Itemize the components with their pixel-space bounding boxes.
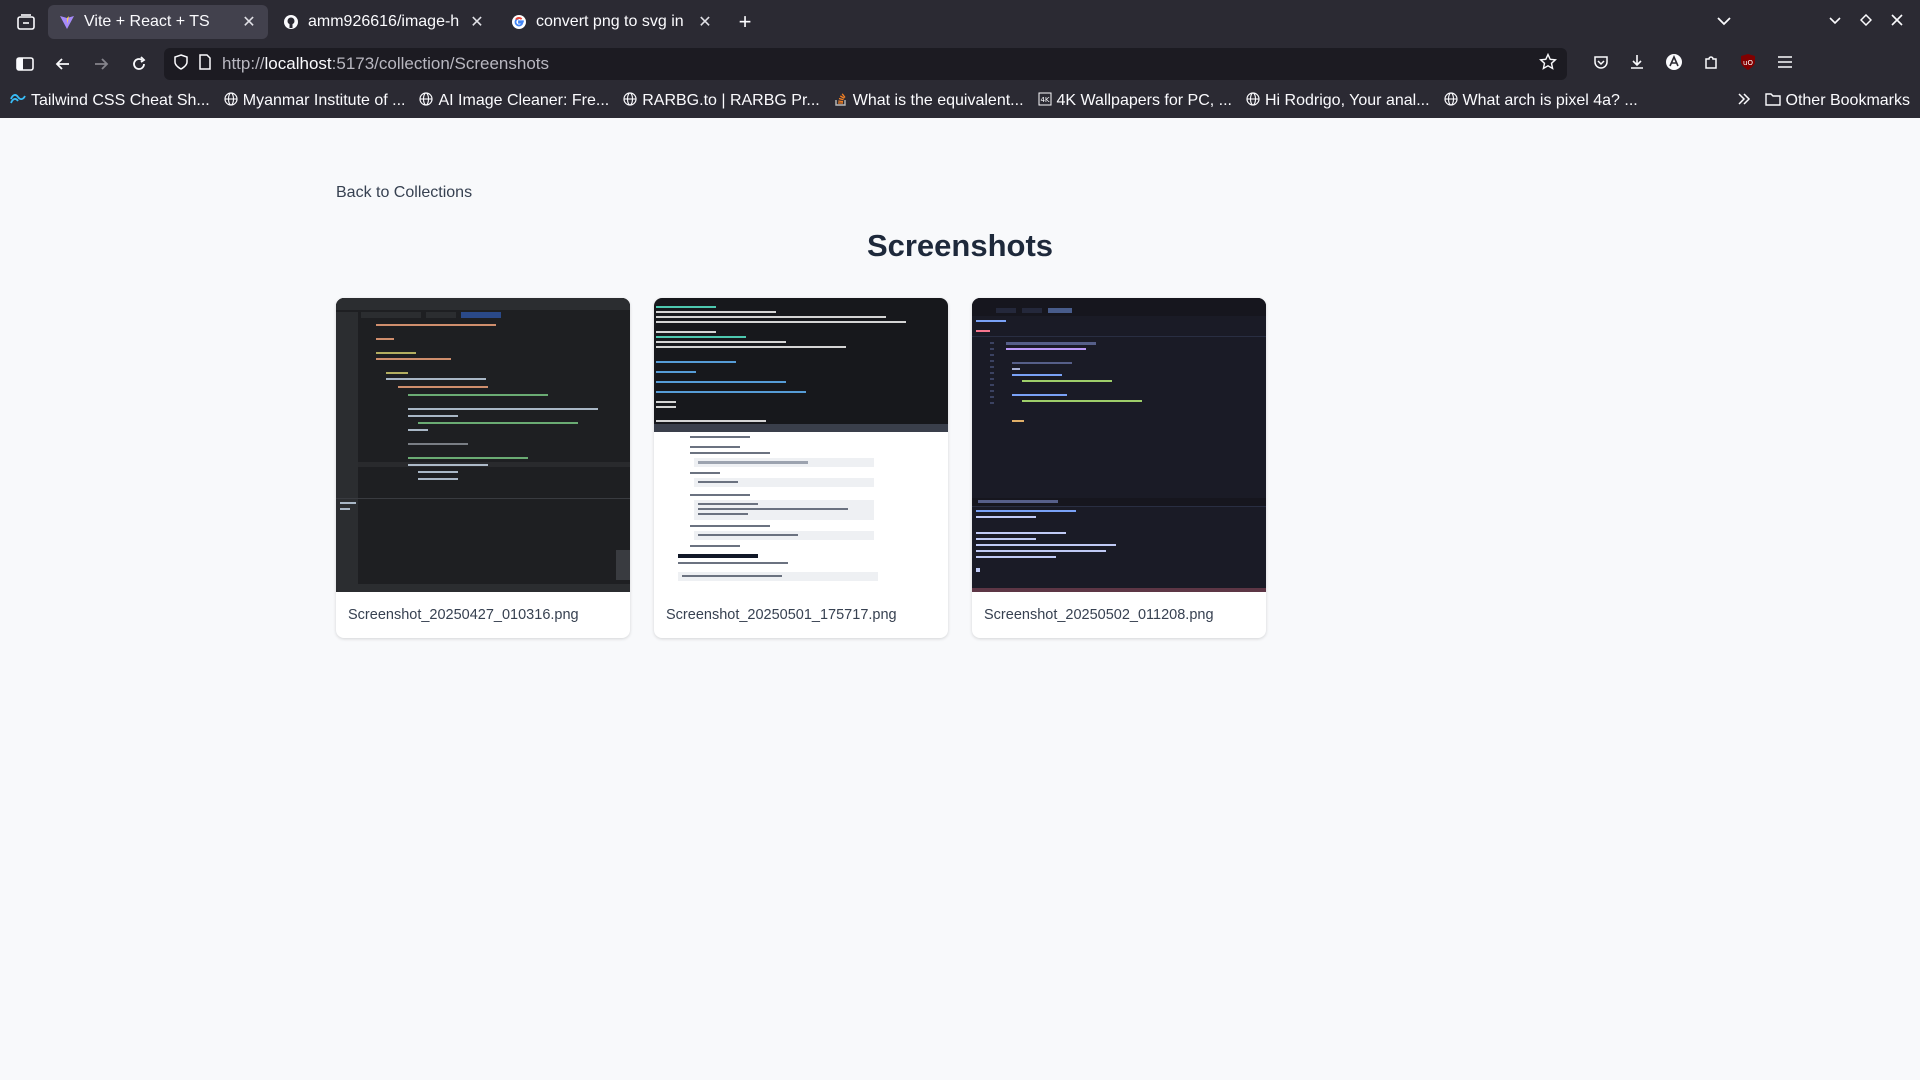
bookmark-item[interactable]: What arch is pixel 4a? ... bbox=[1443, 91, 1638, 111]
bookmark-item[interactable]: What is the equivalent... bbox=[834, 92, 1024, 111]
minimize-chevron-icon[interactable] bbox=[1828, 13, 1842, 31]
other-bookmarks-label: Other Bookmarks bbox=[1785, 92, 1910, 109]
downloads-icon[interactable] bbox=[1629, 54, 1645, 75]
bookmark-item[interactable]: 4K 4K Wallpapers for PC, ... bbox=[1038, 92, 1232, 111]
bookmark-item[interactable]: AI Image Cleaner: Fre... bbox=[419, 91, 610, 111]
bookmark-label: Hi Rodrigo, Your anal... bbox=[1264, 92, 1430, 109]
bookmark-item[interactable]: Tailwind CSS Cheat Sh... bbox=[10, 92, 210, 110]
close-tab-icon[interactable]: ✕ bbox=[468, 12, 486, 32]
tab-title: Vite + React + TS bbox=[84, 13, 210, 30]
tab-overview-icon[interactable] bbox=[8, 6, 44, 38]
bookmark-label: AI Image Cleaner: Fre... bbox=[438, 92, 610, 109]
back-to-collections-link[interactable]: Back to Collections bbox=[336, 184, 472, 202]
navigation-bar: http://localhost:5173/collection/Screens… bbox=[0, 44, 1920, 84]
svg-text:4K: 4K bbox=[1040, 96, 1049, 104]
account-icon[interactable] bbox=[1665, 53, 1683, 76]
chevron-down-icon[interactable] bbox=[1716, 13, 1732, 31]
bookmark-star-icon[interactable] bbox=[1538, 52, 1558, 76]
page-title: Screenshots bbox=[866, 228, 1054, 263]
google-icon bbox=[510, 13, 528, 31]
image-card[interactable]: Screenshot_20250502_011208.png bbox=[972, 298, 1266, 638]
globe-icon bbox=[623, 91, 637, 111]
ublock-origin-icon[interactable]: uO bbox=[1739, 53, 1757, 76]
tab-title: convert png to svg in | bbox=[536, 13, 688, 30]
maximize-diamond-icon[interactable] bbox=[1859, 13, 1873, 31]
tab-title: amm926616/image-hc bbox=[308, 13, 460, 30]
wallpaper-site-icon: 4K bbox=[1038, 92, 1052, 111]
stackoverflow-icon bbox=[834, 92, 848, 111]
globe-icon bbox=[1443, 91, 1458, 111]
bookmark-label: Tailwind CSS Cheat Sh... bbox=[31, 92, 210, 109]
browser-chrome: Vite + React + TS ✕ amm926616/image-hc ✕… bbox=[0, 0, 1920, 118]
forward-arrow-icon[interactable] bbox=[84, 48, 118, 80]
url-text[interactable]: http://localhost:5173/collection/Screens… bbox=[222, 54, 1529, 74]
pocket-icon[interactable] bbox=[1593, 54, 1609, 75]
close-tab-icon[interactable]: ✕ bbox=[696, 12, 714, 32]
bookmark-label: RARBG.to | RARBG Pr... bbox=[642, 92, 820, 109]
url-host: localhost bbox=[264, 54, 332, 73]
image-filename: Screenshot_20250501_175717.png bbox=[666, 607, 897, 623]
vite-icon bbox=[58, 13, 76, 31]
address-bar[interactable]: http://localhost:5173/collection/Screens… bbox=[164, 48, 1567, 80]
bookmark-label: What is the equivalent... bbox=[852, 92, 1024, 109]
svg-text:uO: uO bbox=[1743, 59, 1753, 67]
tailwind-icon bbox=[10, 92, 26, 110]
menu-hamburger-icon[interactable] bbox=[1777, 55, 1793, 74]
bookmarks-overflow: Other Bookmarks bbox=[1737, 92, 1910, 111]
back-arrow-icon[interactable] bbox=[46, 48, 80, 80]
image-card[interactable]: Screenshot_20250501_175717.png bbox=[654, 298, 948, 638]
tab-bar: Vite + React + TS ✕ amm926616/image-hc ✕… bbox=[0, 0, 1920, 44]
page-info-icon[interactable] bbox=[198, 53, 212, 75]
tab-github[interactable]: amm926616/image-hc ✕ bbox=[272, 5, 496, 39]
url-path: :5173/collection/Screenshots bbox=[331, 54, 549, 73]
other-bookmarks[interactable]: Other Bookmarks bbox=[1764, 92, 1910, 111]
globe-icon bbox=[419, 91, 434, 111]
image-thumbnail[interactable] bbox=[336, 298, 630, 592]
close-window-icon[interactable] bbox=[1890, 13, 1904, 32]
image-thumbnail[interactable] bbox=[972, 298, 1266, 592]
image-thumbnail[interactable] bbox=[654, 298, 948, 592]
tab-google[interactable]: convert png to svg in | ✕ bbox=[500, 5, 724, 39]
bookmark-item[interactable]: RARBG.to | RARBG Pr... bbox=[623, 91, 820, 111]
close-tab-icon[interactable]: ✕ bbox=[240, 12, 258, 32]
sidebar-toggle-icon[interactable] bbox=[8, 48, 42, 80]
bookmark-label: 4K Wallpapers for PC, ... bbox=[1056, 92, 1232, 109]
reload-icon[interactable] bbox=[122, 48, 156, 80]
image-card[interactable]: Screenshot_20250427_010316.png bbox=[336, 298, 630, 638]
url-protocol: http:// bbox=[222, 54, 265, 73]
page-content: Back to Collections Screenshots Screensh… bbox=[0, 118, 1920, 1080]
image-grid: Screenshot_20250427_010316.png Screensho… bbox=[336, 298, 1266, 638]
globe-icon bbox=[1246, 91, 1260, 111]
double-chevron-right-icon[interactable] bbox=[1737, 92, 1751, 110]
extensions-icon[interactable] bbox=[1703, 54, 1719, 75]
bookmark-label: What arch is pixel 4a? ... bbox=[1462, 92, 1638, 109]
image-filename: Screenshot_20250502_011208.png bbox=[984, 607, 1214, 623]
tab-vite[interactable]: Vite + React + TS ✕ bbox=[48, 5, 268, 39]
github-icon bbox=[282, 13, 300, 31]
folder-icon bbox=[1764, 92, 1781, 111]
shield-icon[interactable] bbox=[174, 53, 188, 75]
image-filename: Screenshot_20250427_010316.png bbox=[348, 607, 579, 623]
bookmark-item[interactable]: Hi Rodrigo, Your anal... bbox=[1246, 91, 1430, 111]
globe-icon bbox=[224, 91, 238, 111]
bookmarks-bar: Tailwind CSS Cheat Sh... Myanmar Institu… bbox=[0, 84, 1920, 118]
new-tab-button[interactable]: + bbox=[728, 5, 762, 39]
bookmark-item[interactable]: Myanmar Institute of ... bbox=[224, 91, 406, 111]
bookmark-label: Myanmar Institute of ... bbox=[242, 92, 406, 109]
